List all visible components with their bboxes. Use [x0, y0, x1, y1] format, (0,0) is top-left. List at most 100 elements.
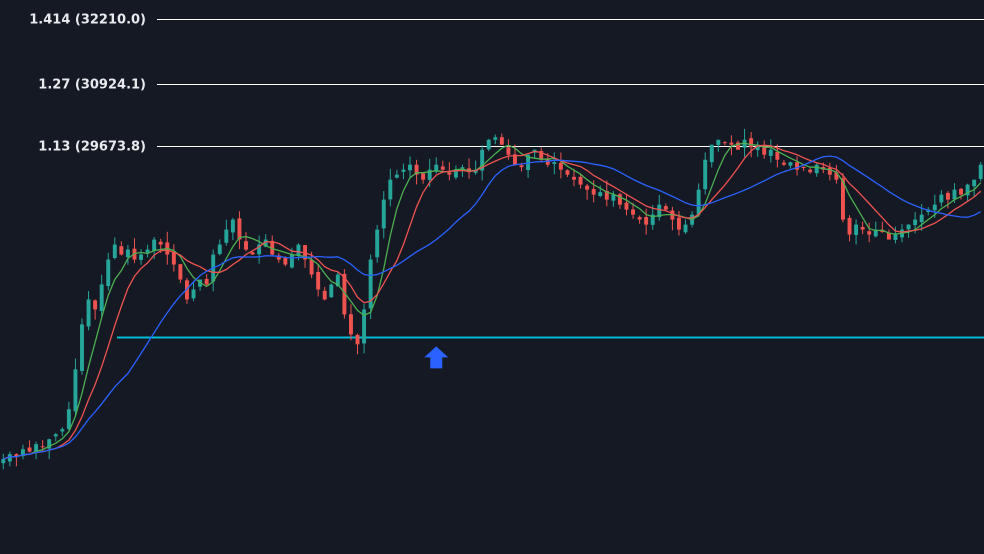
- candle-body-17: [112, 244, 117, 258]
- candle-body-132: [867, 231, 872, 235]
- candle-body-123: [808, 169, 813, 173]
- moving-average-5: [3, 142, 982, 460]
- candle-body-77: [506, 147, 511, 155]
- candle-body-97: [637, 217, 642, 220]
- candle-body-149: [978, 164, 983, 179]
- candle-body-37: [244, 241, 248, 250]
- candle-body-50: [329, 284, 334, 298]
- moving-averages: [3, 142, 982, 460]
- candle-body-18: [119, 246, 124, 255]
- candle-body-59: [388, 179, 393, 200]
- candle-body-145: [952, 189, 957, 200]
- candle-body-34: [224, 229, 229, 243]
- candle-body-62: [408, 164, 412, 171]
- candle-body-75: [493, 137, 498, 140]
- moving-average-20: [3, 155, 982, 460]
- candle-body-22: [145, 249, 150, 253]
- candle-body-88: [578, 176, 583, 185]
- candle-body-117: [768, 149, 773, 156]
- buy-arrow-icon[interactable]: [424, 346, 449, 369]
- candle-body-16: [106, 259, 111, 287]
- candle-body-109: [716, 139, 721, 145]
- candle-body-35: [230, 219, 235, 233]
- candle-body-13: [86, 299, 91, 327]
- candle-body-146: [959, 188, 964, 195]
- candle-body-23: [152, 239, 157, 251]
- candle-body-101: [663, 206, 668, 210]
- candle-body-6: [40, 446, 45, 448]
- candle-body-126: [827, 167, 832, 175]
- candle-body-53: [348, 314, 353, 335]
- candle-body-116: [762, 147, 767, 155]
- candle-body-14: [93, 300, 98, 310]
- candle-body-26: [171, 252, 176, 265]
- moving-average-9: [3, 144, 982, 460]
- candle-body-61: [401, 169, 406, 172]
- candle-body-15: [99, 284, 104, 312]
- candle-body-33: [217, 244, 222, 255]
- candle-body-10: [66, 409, 71, 429]
- candle-body-48: [316, 271, 321, 290]
- candle-body-140: [919, 214, 924, 223]
- candle-body-110: [722, 142, 727, 144]
- candle-body-124: [814, 164, 819, 174]
- fibonacci-levels: 1.414 (32210.0) 1.27 (30924.1) 1.13 (29673…: [29, 13, 984, 155]
- candle-body-142: [932, 204, 937, 211]
- candle-body-74: [486, 139, 491, 150]
- candle-body-60: [394, 174, 399, 178]
- chart-area[interactable]: 1.414 (32210.0) 1.27 (30924.1) 1.13 (29673…: [0, 0, 984, 554]
- candle-body-79: [519, 165, 524, 168]
- candle-body-57: [375, 229, 380, 258]
- fib-label-0: 1.414 (32210.0): [29, 13, 146, 28]
- candle-body-114: [749, 138, 754, 148]
- candle-body-130: [854, 224, 859, 235]
- candle-body-11: [73, 369, 78, 412]
- candle-body-29: [191, 289, 196, 299]
- candle-body-98: [644, 217, 649, 225]
- candle-body-87: [572, 176, 576, 180]
- candle-body-4: [27, 447, 32, 452]
- candle-body-111: [729, 142, 734, 145]
- candle-body-138: [906, 224, 911, 230]
- candlestick-chart[interactable]: 1.414 (32210.0) 1.27 (30924.1) 1.13 (29673…: [0, 0, 984, 554]
- candle-body-139: [913, 219, 918, 226]
- candle-body-91: [598, 192, 603, 196]
- candle-body-131: [860, 226, 865, 230]
- candle-body-108: [709, 144, 714, 163]
- candle-body-45: [296, 244, 301, 256]
- candle-body-0: [1, 459, 6, 464]
- candle-body-38: [250, 252, 255, 255]
- candle-body-144: [945, 192, 950, 200]
- candle-body-86: [565, 170, 570, 175]
- candle-body-129: [847, 217, 852, 235]
- candle-body-54: [355, 334, 360, 345]
- candle-body-107: [703, 159, 708, 190]
- fib-label-2: 1.13 (29673.8): [38, 140, 146, 155]
- fib-label-1: 1.27 (30924.1): [38, 78, 146, 93]
- candle-body-36: [237, 218, 242, 240]
- buy-marker-group: [424, 346, 449, 369]
- candle-body-47: [309, 259, 314, 275]
- candle-body-64: [421, 173, 426, 180]
- candle-body-118: [775, 151, 780, 160]
- candle-body-12: [80, 324, 84, 371]
- candle-body-84: [552, 162, 557, 164]
- candle-body-44: [289, 254, 294, 268]
- candle-body-9: [60, 429, 65, 432]
- candle-body-85: [558, 162, 563, 170]
- candle-body-95: [624, 202, 629, 210]
- candle-body-90: [591, 188, 596, 195]
- candle-body-68: [447, 172, 452, 175]
- candle-body-31: [204, 278, 209, 285]
- candle-body-93: [611, 194, 616, 201]
- candle-body-103: [676, 217, 681, 230]
- candle-body-106: [696, 189, 701, 215]
- candle-body-119: [781, 162, 786, 165]
- candle-body-27: [178, 264, 183, 280]
- candle-body-43: [283, 257, 288, 265]
- candle-body-67: [440, 166, 445, 170]
- candle-body-96: [631, 209, 636, 215]
- candle-body-49: [322, 290, 327, 300]
- candle-body-143: [939, 194, 944, 203]
- candle-body-8: [53, 434, 58, 437]
